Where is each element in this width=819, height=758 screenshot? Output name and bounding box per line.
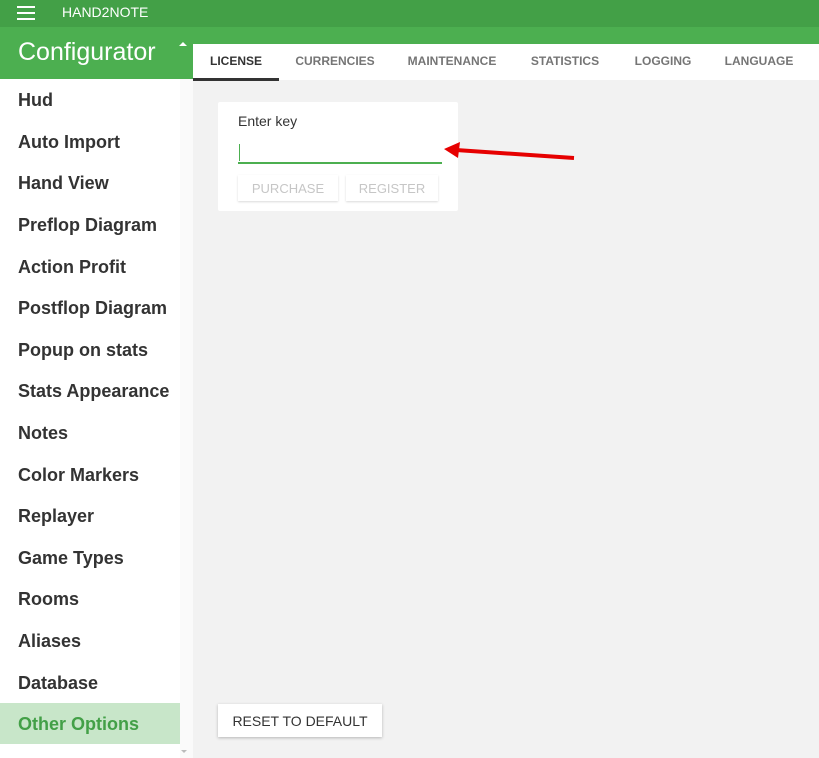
- sidebar-item-label: Game Types: [18, 548, 124, 568]
- settings-tabs: LICENSE CURRENCIES MAINTENANCE STATISTIC…: [193, 44, 819, 81]
- sidebar-item-label: Aliases: [18, 631, 82, 651]
- sidebar-item-rooms[interactable]: Rooms: [0, 578, 180, 619]
- sidebar-item-popup-on-stats[interactable]: Popup on stats: [0, 329, 180, 370]
- sidebar-item-other-options[interactable]: Other Options: [0, 703, 180, 744]
- scroll-down-icon[interactable]: [181, 750, 187, 753]
- sidebar-item-hud[interactable]: Hud: [0, 79, 180, 120]
- tab-maintenance[interactable]: MAINTENANCE: [399, 44, 505, 80]
- reset-to-default-button[interactable]: RESET TO DEFAULT: [218, 704, 382, 737]
- sidebar-item-stats-appearance[interactable]: Stats Appearance: [0, 370, 180, 411]
- tab-logging[interactable]: LOGGING: [623, 44, 703, 80]
- sidebar-item-label: Hud: [18, 90, 53, 110]
- sidebar-item-replayer[interactable]: Replayer: [0, 495, 180, 536]
- sidebar-item-database[interactable]: Database: [0, 662, 180, 703]
- sidebar-item-label: Replayer: [18, 506, 95, 526]
- sidebar-item-preflop-diagram[interactable]: Preflop Diagram: [0, 204, 180, 245]
- page-title: Configurator: [18, 38, 156, 66]
- annotation-arrow-icon: [444, 142, 575, 160]
- sidebar-item-game-types[interactable]: Game Types: [0, 537, 180, 578]
- sidebar-item-label: Auto Import: [18, 132, 120, 152]
- app-title: HAND2NOTE: [62, 4, 149, 20]
- purchase-button[interactable]: PURCHASE: [238, 175, 338, 201]
- tab-currencies[interactable]: CURRENCIES: [285, 44, 385, 80]
- app-top-bar: HAND2NOTE: [0, 0, 819, 27]
- sidebar-item-label: Color Markers: [18, 465, 140, 485]
- tab-language[interactable]: LANGUAGE: [715, 44, 803, 80]
- sidebar-item-postflop-diagram[interactable]: Postflop Diagram: [0, 287, 180, 328]
- sidebar-item-auto-import[interactable]: Auto Import: [0, 121, 180, 162]
- sidebar-item-notes[interactable]: Notes: [0, 412, 180, 453]
- sidebar-item-color-markers[interactable]: Color Markers: [0, 454, 180, 495]
- sidebar: Hud Auto Import Hand View Preflop Diagra…: [0, 79, 193, 758]
- sidebar-item-label: Popup on stats: [18, 340, 148, 360]
- sidebar-scrollbar[interactable]: [180, 79, 193, 758]
- hamburger-menu-icon[interactable]: [17, 6, 35, 20]
- sidebar-item-label: Stats Appearance: [18, 381, 170, 401]
- sidebar-item-label: Preflop Diagram: [18, 215, 158, 235]
- tab-statistics[interactable]: STATISTICS: [519, 44, 611, 80]
- enter-key-label: Enter key: [238, 113, 298, 129]
- sidebar-item-hand-view[interactable]: Hand View: [0, 162, 180, 203]
- text-caret: [239, 144, 240, 161]
- sidebar-item-label: Notes: [18, 423, 69, 443]
- tab-license[interactable]: LICENSE: [193, 44, 279, 81]
- sidebar-item-label: Database: [18, 673, 99, 693]
- license-card: Enter key PURCHASE REGISTER: [218, 102, 458, 211]
- sidebar-item-label: Action Profit: [18, 257, 126, 277]
- sidebar-item-label: Rooms: [18, 589, 80, 609]
- license-key-input[interactable]: [238, 140, 442, 164]
- sidebar-item-label: Hand View: [18, 173, 109, 193]
- sidebar-item-aliases[interactable]: Aliases: [0, 620, 180, 661]
- caret-up-icon[interactable]: [179, 42, 187, 46]
- configurator-header: Configurator: [0, 27, 193, 79]
- sidebar-item-action-profit[interactable]: Action Profit: [0, 246, 180, 287]
- register-button[interactable]: REGISTER: [346, 175, 438, 201]
- sidebar-item-label: Other Options: [18, 714, 139, 734]
- sidebar-item-label: Postflop Diagram: [18, 298, 168, 318]
